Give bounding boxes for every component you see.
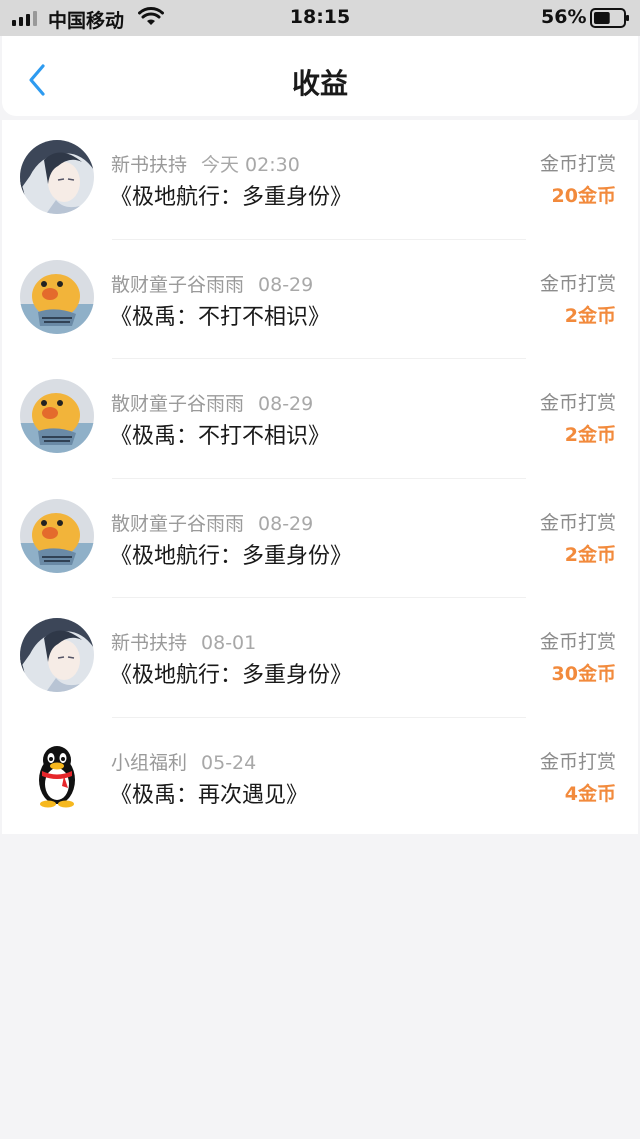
income-amount: 2金币 xyxy=(564,304,616,327)
battery-percentage: 56% xyxy=(541,6,587,28)
income-date: 今天 02:30 xyxy=(201,154,300,176)
book-title: 《极禹：不打不相识》 xyxy=(110,424,331,449)
income-source: 散财童子谷雨雨 08-29 xyxy=(111,270,313,297)
nav-bar: 收益 xyxy=(2,36,638,116)
income-source: 新书扶持 今天 02:30 xyxy=(111,150,300,177)
earnings-list: 新书扶持 今天 02:30 《极地航行：多重身份》 金币打赏 20金币 散财童子谷雨雨 0… xyxy=(2,120,638,834)
income-source: 小组福利 05-24 xyxy=(111,748,256,775)
book-title: 《极地航行：多重身份》 xyxy=(110,663,353,688)
income-amount: 4金币 xyxy=(564,782,616,805)
income-date: 08-01 xyxy=(201,632,257,654)
page-title: 收益 xyxy=(291,67,348,100)
source-name: 新书扶持 xyxy=(111,154,188,176)
income-source: 散财童子谷雨雨 08-29 xyxy=(111,509,313,536)
battery-icon xyxy=(590,8,629,28)
source-name: 新书扶持 xyxy=(111,632,188,654)
income-date: 08-29 xyxy=(258,273,314,296)
source-name: 散财童子谷雨雨 xyxy=(111,512,245,535)
income-amount: 2金币 xyxy=(564,543,616,566)
income-date: 08-29 xyxy=(258,512,314,535)
penguin-avatar xyxy=(20,737,94,812)
source-name: 散财童子谷雨雨 xyxy=(111,273,245,296)
income-amount: 20金币 xyxy=(551,185,616,207)
book-title: 《极地航行：多重身份》 xyxy=(110,185,353,210)
income-type: 金币打赏 xyxy=(539,392,616,414)
list-item[interactable]: 散财童子谷雨雨 08-29 《极地航行：多重身份》 金币打赏 2金币 xyxy=(2,479,638,598)
list-item[interactable]: 散财童子谷雨雨 08-29 《极禹：不打不相识》 金币打赏 2金币 xyxy=(2,240,638,359)
income-amount: 2金币 xyxy=(564,424,616,446)
status-bar: 中国移动 18:15 56% xyxy=(0,0,640,36)
list-item[interactable]: 小组福利 05-24 《极禹：再次遇见》 金币打赏 4金币 xyxy=(2,718,638,838)
source-name: 散财童子谷雨雨 xyxy=(111,393,245,415)
income-type: 金币打赏 xyxy=(539,511,616,534)
income-type: 金币打赏 xyxy=(539,750,616,773)
income-source: 散财童子谷雨雨 08-29 xyxy=(111,389,313,416)
duck-avatar xyxy=(20,379,94,453)
duck-avatar xyxy=(20,498,94,573)
book-title: 《极禹：再次遇见》 xyxy=(110,782,309,808)
list-item[interactable]: 散财童子谷雨雨 08-29 《极禹：不打不相识》 金币打赏 2金币 xyxy=(2,359,638,479)
book-title: 《极地航行：多重身份》 xyxy=(110,543,353,569)
book-title: 《极禹：不打不相识》 xyxy=(110,304,331,330)
list-item[interactable]: 新书扶持 08-01 《极地航行：多重身份》 金币打赏 30金币 xyxy=(2,598,638,718)
anime-boy-avatar xyxy=(20,140,94,214)
income-amount: 30金币 xyxy=(551,663,616,685)
income-type: 金币打赏 xyxy=(539,153,616,175)
source-name: 小组福利 xyxy=(111,751,188,774)
income-date: 05-24 xyxy=(201,751,257,774)
income-type: 金币打赏 xyxy=(539,631,616,653)
income-source: 新书扶持 08-01 xyxy=(111,628,256,655)
list-item[interactable]: 新书扶持 今天 02:30 《极地航行：多重身份》 金币打赏 20金币 xyxy=(2,120,638,240)
duck-avatar xyxy=(20,259,94,334)
income-type: 金币打赏 xyxy=(539,272,616,295)
income-date: 08-29 xyxy=(258,393,314,415)
anime-boy-avatar xyxy=(20,618,94,692)
